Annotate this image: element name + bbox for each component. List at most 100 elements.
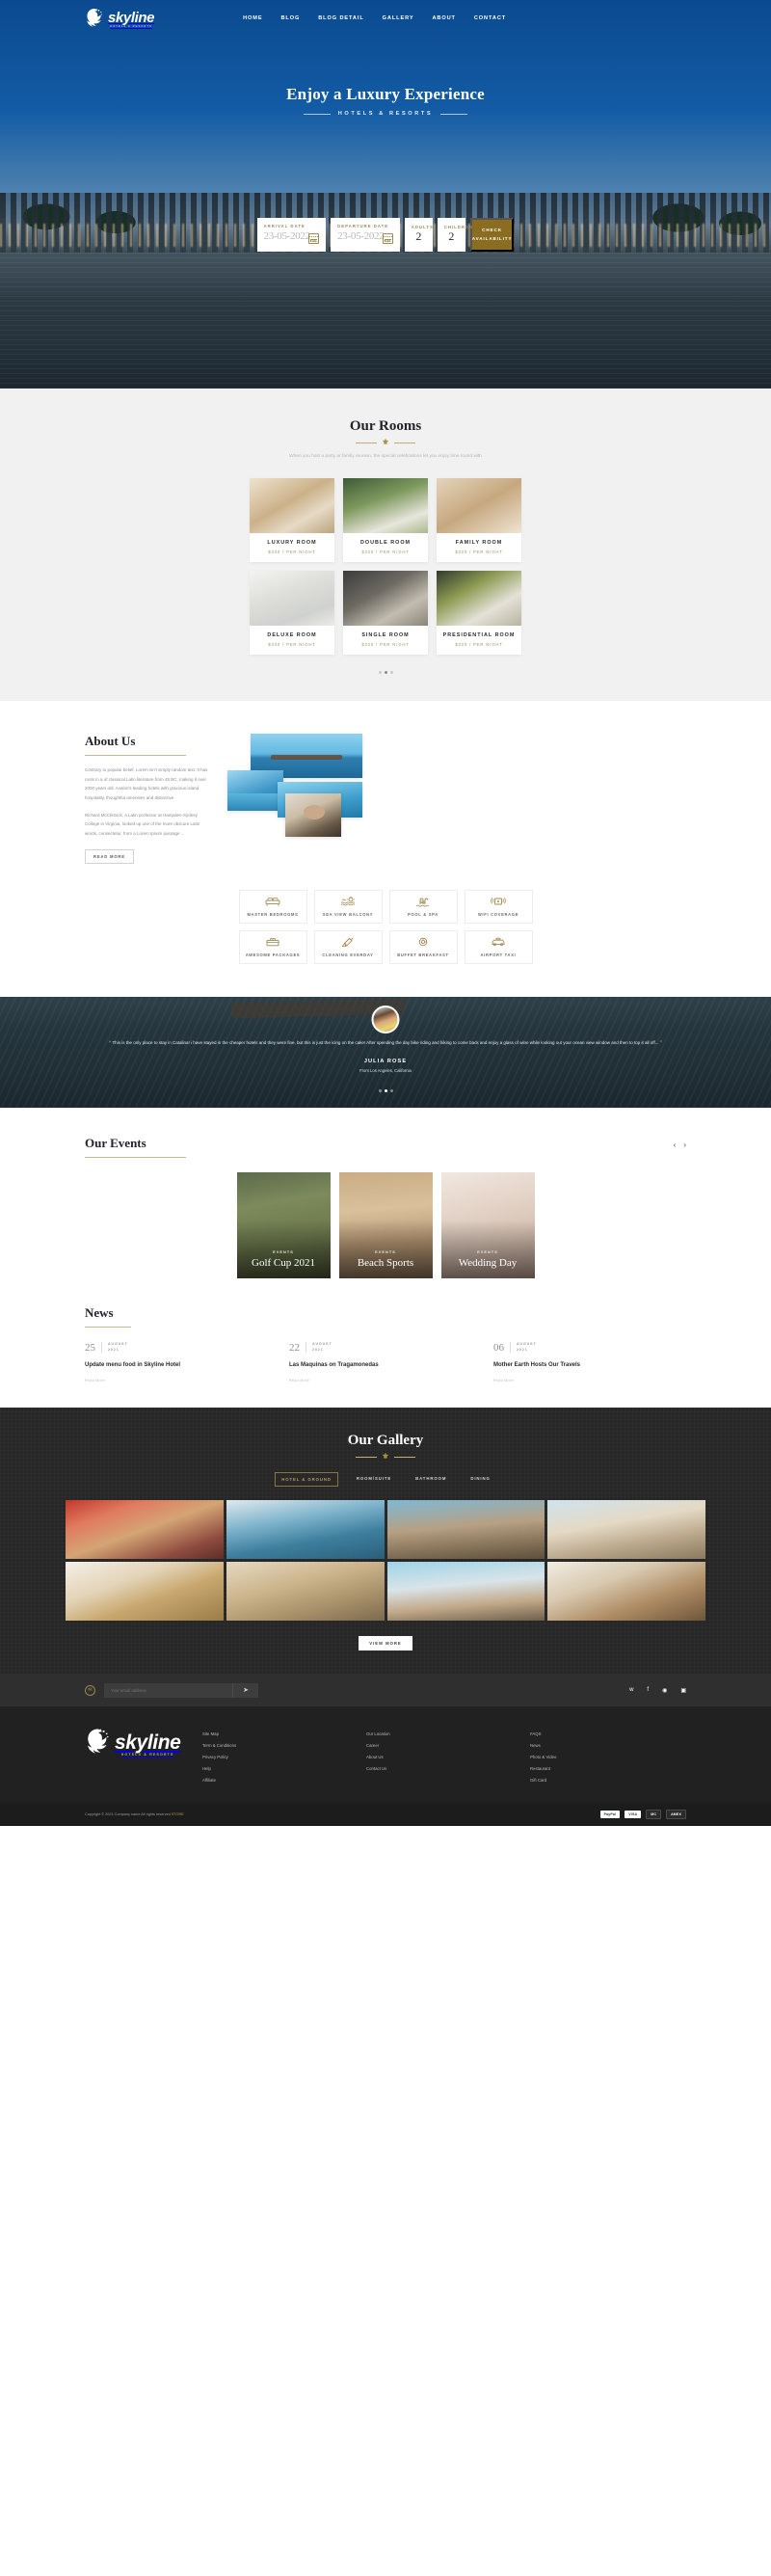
event-card[interactable]: EVENTS Wedding Day — [440, 1171, 535, 1278]
news-read-more[interactable]: Read More — [289, 1379, 482, 1382]
footer-link-privacy[interactable]: Privacy Policy — [202, 1755, 359, 1759]
newsletter-email-input[interactable] — [104, 1687, 232, 1693]
events-next-arrow-icon[interactable]: › — [683, 1140, 686, 1149]
rooms-carousel-dots[interactable] — [0, 670, 771, 674]
carousel-dot-active[interactable] — [384, 670, 387, 674]
gallery-tab-room-suite[interactable]: ROOM/SUITE — [351, 1472, 397, 1487]
event-card[interactable]: EVENTS Beach Sports — [338, 1171, 433, 1278]
event-card[interactable]: EVENTS Golf Cup 2021 — [236, 1171, 331, 1278]
gallery-image[interactable] — [386, 1500, 545, 1560]
footer-brand-logo[interactable]: skyline HOTELS & RESORTS — [85, 1728, 181, 1757]
carousel-dot[interactable] — [389, 1088, 393, 1092]
gallery-tab-hotel-ground[interactable]: HOTEL & GROUND — [275, 1472, 338, 1488]
amenity-pool-spa[interactable]: POOL & SPA — [388, 889, 458, 924]
events-prev-arrow-icon[interactable]: ‹ — [674, 1140, 677, 1149]
news-headline[interactable]: Las Maquinas on Tragamonedas — [289, 1361, 482, 1371]
children-field[interactable]: CHILDREN 2 — [437, 218, 472, 252]
carousel-dot-active[interactable] — [384, 1088, 387, 1092]
footer-link-gift-card[interactable]: Gift Card — [530, 1778, 686, 1783]
amenity-wifi-coverage[interactable]: WIFI COVERAGE — [464, 889, 533, 924]
news-day: 06 — [493, 1341, 504, 1354]
brand-logo[interactable]: skyline HOTELS & RESORTS — [85, 8, 154, 29]
amenity-sea-view-balcony[interactable]: SEA VIEW BALCONY — [313, 889, 383, 924]
news-item[interactable]: 06 AUGUST 2021 Mother Earth Hosts Our Tra… — [493, 1342, 686, 1383]
news-item[interactable]: 22 AUGUST 2021 Las Maquinas on Tragamoned… — [289, 1342, 482, 1383]
footer-column-3: FAQS News Photo & Video Restaurant Gift … — [530, 1731, 686, 1789]
gallery-image[interactable] — [66, 1562, 224, 1622]
news-day: 25 — [85, 1341, 95, 1354]
news-month: AUGUST — [517, 1341, 537, 1346]
gallery-image[interactable] — [386, 1562, 545, 1622]
amenity-airport-taxi[interactable]: AIRPORT TAXI — [464, 929, 533, 964]
news-date-separator — [101, 1342, 102, 1354]
news-headline[interactable]: Mother Earth Hosts Our Travels — [493, 1361, 686, 1371]
news-item[interactable]: 25 AUGUST 2021 Update menu food in Skylin… — [85, 1342, 278, 1383]
departure-date-field[interactable]: DEPARTURE DATE 23-05-2022 — [331, 218, 400, 252]
newsletter-submit-icon[interactable]: ➤ — [232, 1682, 258, 1698]
taxi-icon — [492, 937, 505, 946]
gallery-image[interactable] — [547, 1500, 705, 1560]
twitter-icon[interactable]: w — [629, 1687, 633, 1694]
carousel-dot[interactable] — [378, 1088, 382, 1092]
nav-item-gallery[interactable]: GALLERY — [383, 15, 414, 21]
events-section: Our Events ‹ › EVENTS Golf Cup 2021 EVEN… — [0, 1108, 771, 1278]
instagram-icon[interactable]: ▣ — [680, 1687, 686, 1694]
footer-link-terms[interactable]: Term & Conditions — [202, 1743, 359, 1748]
gallery-title: Our Gallery — [347, 1433, 424, 1449]
footer-link-news[interactable]: News — [530, 1743, 686, 1748]
flickr-icon[interactable]: ◉ — [662, 1687, 667, 1694]
nav-item-contact[interactable]: CONTACT — [474, 15, 506, 21]
carousel-dot[interactable] — [389, 670, 393, 674]
calendar-icon[interactable] — [382, 233, 393, 244]
amenity-master-bedrooms[interactable]: MASTER BEDROOMS — [238, 889, 307, 924]
gallery-tab-bathroom[interactable]: BATHROOM — [410, 1472, 452, 1487]
footer-link-photo-video[interactable]: Photo & Video — [530, 1755, 686, 1759]
facebook-icon[interactable]: f — [647, 1687, 649, 1694]
copyright-link[interactable]: STORE — [172, 1812, 184, 1816]
news-month: AUGUST — [312, 1341, 332, 1346]
footer-link-about-us[interactable]: About Us — [366, 1755, 522, 1759]
room-card[interactable]: PRESIDENTIAL ROOM $320 / PER NIGHT — [437, 570, 521, 655]
footer-link-site-map[interactable]: Site Map — [202, 1731, 359, 1736]
amenity-buffet-breakfast[interactable]: BUFFET BREAKFAST — [388, 929, 458, 964]
gallery-image[interactable] — [66, 1500, 224, 1560]
amenity-awesome-packages[interactable]: AWESOME PACKAGES — [238, 929, 307, 964]
footer-link-help[interactable]: Help — [202, 1766, 359, 1771]
footer-link-affiliate[interactable]: Affiliate — [202, 1778, 359, 1783]
gallery-image[interactable] — [547, 1562, 705, 1622]
nav-item-home[interactable]: HOME — [243, 15, 262, 21]
ornament-divider: ⚜ — [0, 1453, 771, 1461]
gallery-tab-dining[interactable]: DINING — [465, 1472, 495, 1487]
footer-link-contact-us[interactable]: Contact Us — [366, 1766, 522, 1771]
carousel-dot[interactable] — [378, 670, 382, 674]
room-card[interactable]: DOUBLE ROOM $320 / PER NIGHT — [343, 477, 428, 562]
amenity-cleaning-everday[interactable]: CLEANING EVERDAY — [313, 929, 383, 964]
calendar-icon[interactable] — [308, 233, 320, 244]
amenity-label: WIFI COVERAGE — [477, 911, 519, 917]
gallery-image[interactable] — [226, 1500, 385, 1560]
news-read-more[interactable]: Read More — [493, 1379, 686, 1382]
footer-link-career[interactable]: Career — [366, 1743, 522, 1748]
view-more-button[interactable]: VIEW MORE — [359, 1636, 412, 1651]
room-card[interactable]: FAMILY ROOM $320 / PER NIGHT — [437, 477, 521, 562]
check-availability-button[interactable]: CHECK AVAILABILITY — [469, 218, 515, 252]
gallery-image[interactable] — [226, 1562, 385, 1622]
nav-item-blog[interactable]: BLOG — [280, 15, 300, 21]
arrival-date-field[interactable]: ARRIVAL DATE 23-05-2022 — [256, 218, 327, 252]
testimonial-carousel-dots[interactable] — [0, 1088, 771, 1092]
nav-item-about[interactable]: ABOUT — [432, 15, 455, 21]
adults-field[interactable]: ADULTS 2 — [404, 218, 433, 252]
nav-item-blog-detail[interactable]: BLOG DETAIL — [318, 15, 363, 21]
events-carousel-arrows: ‹ › — [674, 1136, 686, 1149]
footer-link-our-location[interactable]: Our Location — [366, 1731, 522, 1736]
hero-rule-right — [440, 113, 468, 115]
room-card[interactable]: LUXURY ROOM $320 / PER NIGHT — [250, 477, 334, 562]
read-more-button[interactable]: READ MORE — [85, 848, 134, 864]
footer-link-faqs[interactable]: FAQS — [530, 1731, 686, 1736]
news-read-more[interactable]: Read More — [85, 1379, 278, 1382]
room-card[interactable]: SINGLE ROOM $320 / PER NIGHT — [343, 570, 428, 655]
event-tag: EVENTS — [477, 1249, 498, 1254]
room-card[interactable]: DELUXE ROOM $320 / PER NIGHT — [250, 570, 334, 655]
footer-link-restaurant[interactable]: Restaurant — [530, 1766, 686, 1771]
news-headline[interactable]: Update menu food in Skyline Hotel — [85, 1361, 278, 1371]
